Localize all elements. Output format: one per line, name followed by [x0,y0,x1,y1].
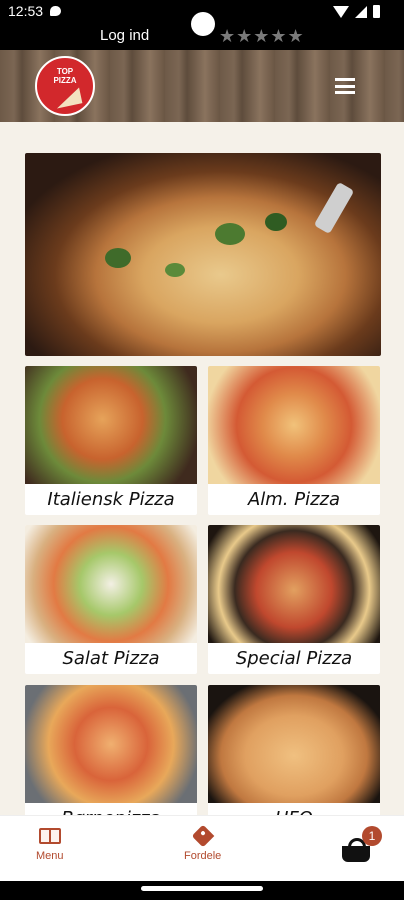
boernepizza-image [25,685,197,803]
battery-icon [373,5,380,18]
nav-offers[interactable]: Fordele [184,824,222,862]
app-header: TOP PIZZA [0,50,404,122]
special-pizza-image [208,525,380,643]
alm-pizza-image [208,366,380,484]
category-card-special[interactable]: Special Pizza [208,525,380,674]
login-link[interactable]: Log ind [100,27,149,44]
category-card-italiensk[interactable]: Italiensk Pizza [25,366,197,515]
category-label: Salat Pizza [62,648,160,669]
category-label: Special Pizza [235,648,353,669]
category-label: Italiensk Pizza [47,489,175,510]
nav-menu[interactable]: Menu [36,828,64,862]
main-content: Italiensk Pizza Alm. Pizza Salat Pizza S… [0,122,404,815]
category-card-boernepizza[interactable]: Børnepizza [25,685,197,815]
signal-icon [355,5,367,18]
logo-text: TOP PIZZA [53,67,77,85]
status-icons [333,5,380,18]
bottom-navigation: Menu Fordele 1 [0,815,404,882]
category-card-salat[interactable]: Salat Pizza [25,525,197,674]
book-icon [38,828,61,844]
category-card-alm[interactable]: Alm. Pizza [208,366,380,515]
chat-notification-icon [50,6,61,16]
cart-count-badge: 1 [362,826,382,846]
status-time: 12:53 [8,3,44,19]
pizza-slice-icon [53,87,83,109]
title-row: Log ind ★★★★★ [0,12,404,50]
nav-offers-label: Fordele [184,850,222,862]
italiensk-pizza-image [25,366,197,484]
category-label: Børnepizza [25,803,197,815]
salat-pizza-image [25,525,197,643]
hero-pizza-image [25,153,381,356]
top-pizza-logo[interactable]: TOP PIZZA [35,56,95,116]
gesture-navigation-area [0,881,404,900]
rating-stars[interactable]: ★★★★★ [219,26,305,47]
category-label: UFO [208,803,380,815]
wifi-icon [333,5,349,18]
ufo-pizza-image [208,685,380,803]
tag-icon [191,824,214,848]
nav-menu-label: Menu [36,850,64,862]
home-gesture-pill[interactable] [141,886,263,891]
camera-cutout [191,12,215,36]
hamburger-menu-icon[interactable] [335,78,355,94]
category-label: Alm. Pizza [247,489,341,510]
category-card-ufo[interactable]: UFO [208,685,380,815]
